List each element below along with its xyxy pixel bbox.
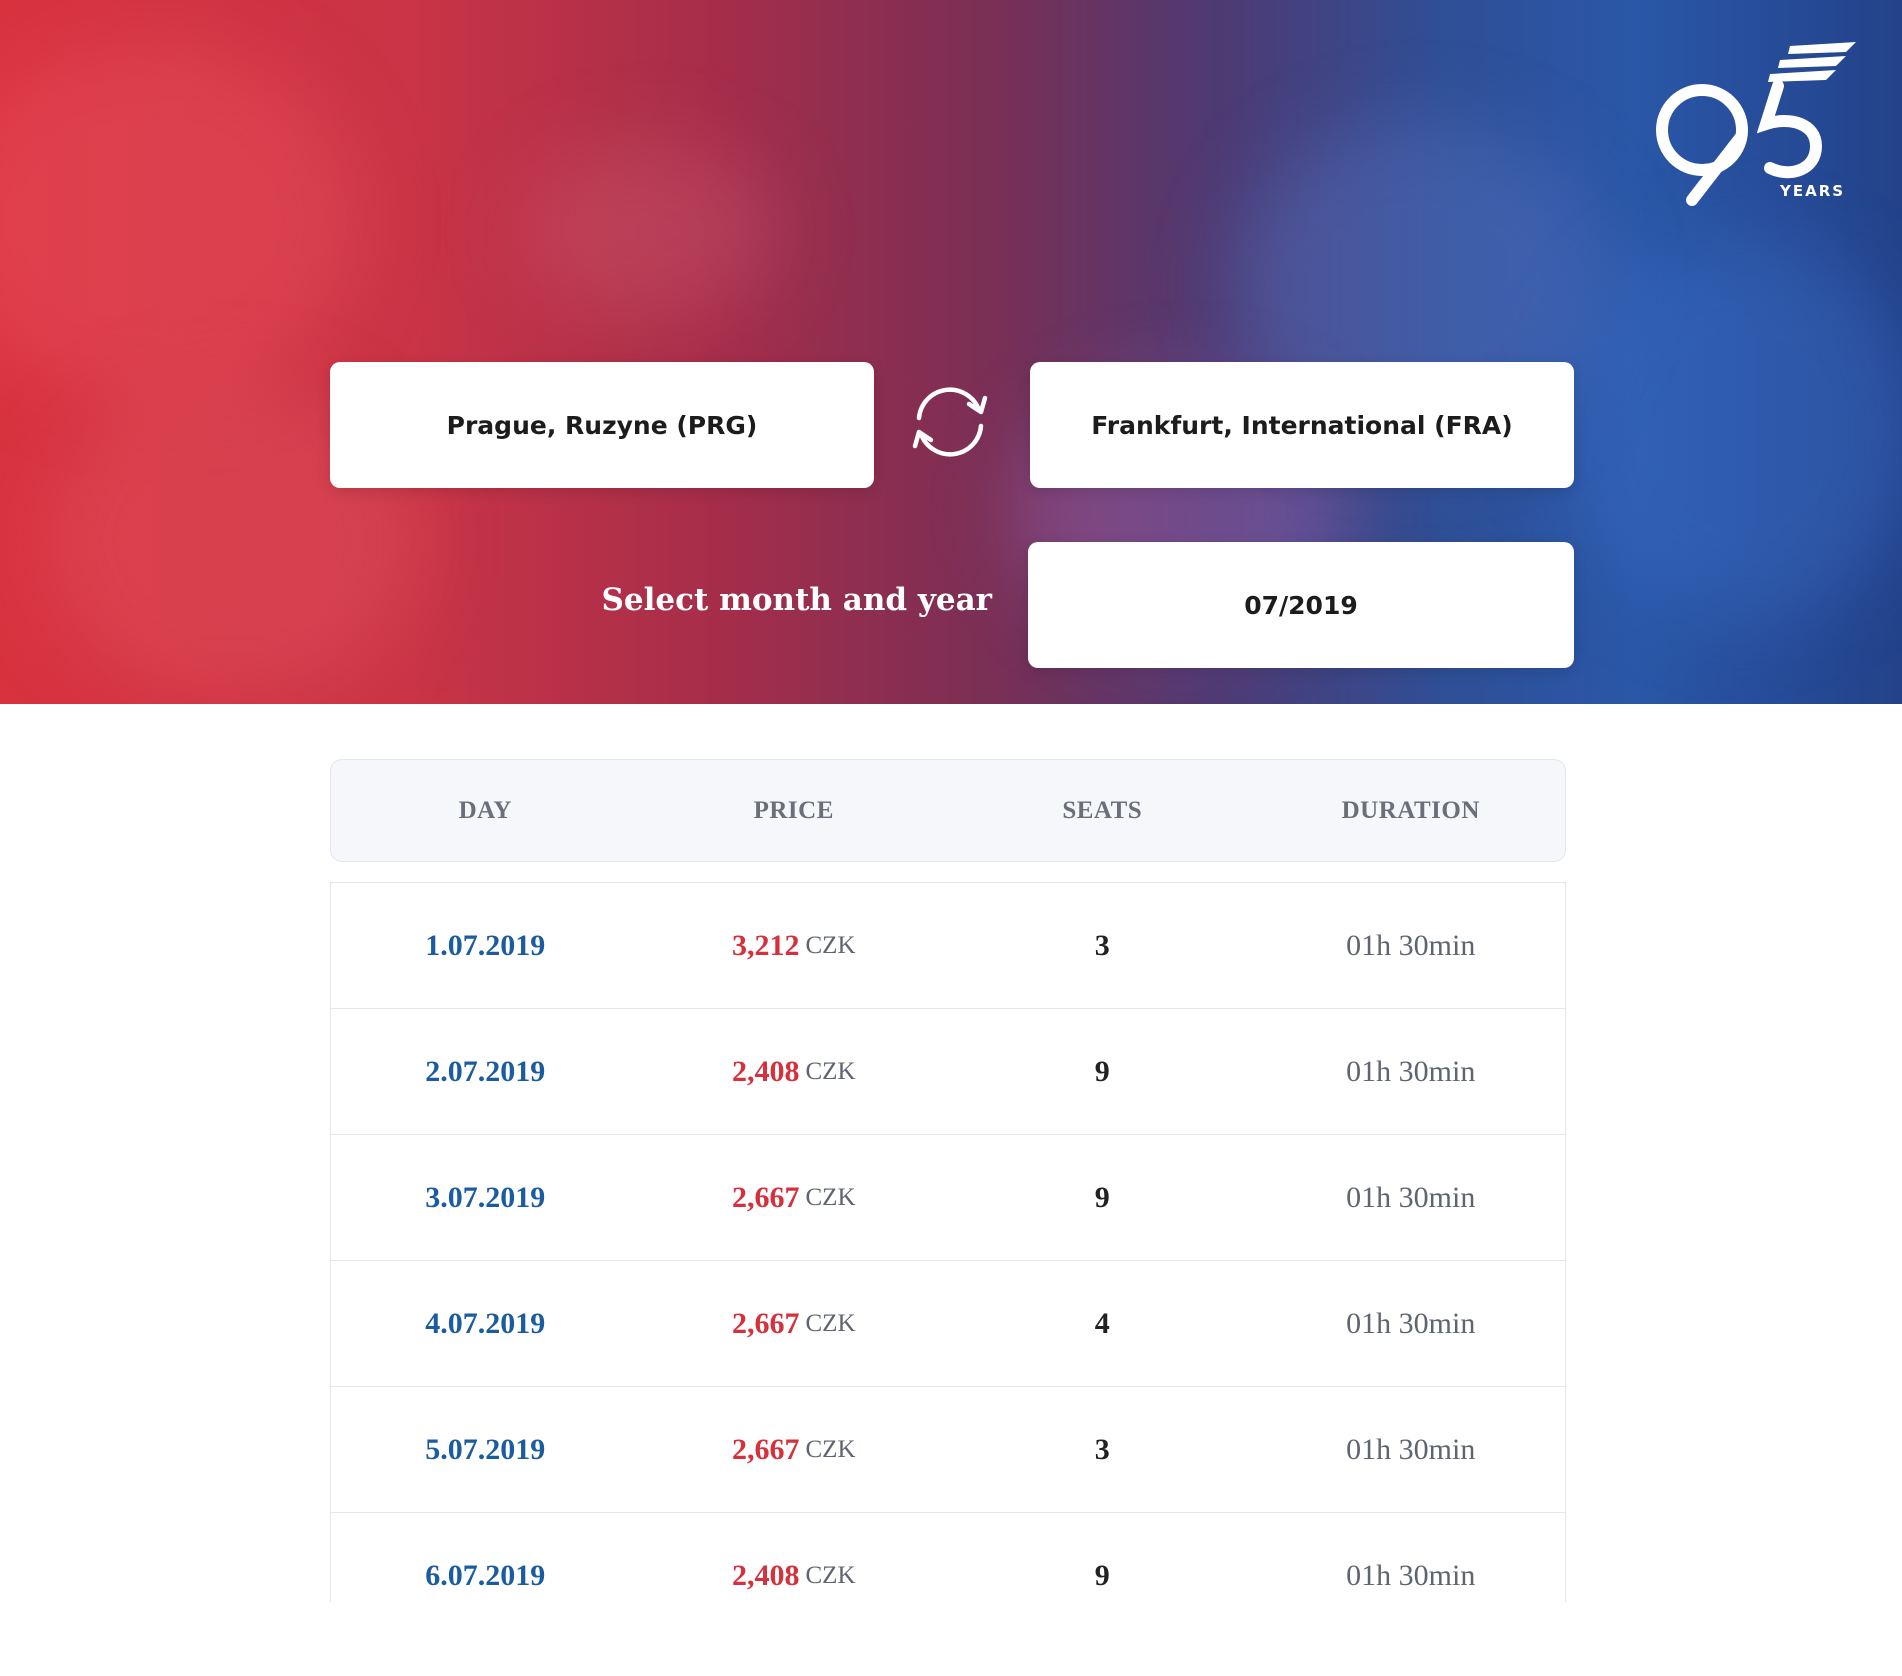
duration-cell: 01h 30min: [1346, 1432, 1476, 1466]
destination-value: Frankfurt, International (FRA): [1091, 410, 1513, 440]
seats-cell: 4: [1094, 1306, 1110, 1340]
table-row[interactable]: 3.07.2019 2,667 CZK 9 01h 30min: [331, 1135, 1565, 1261]
month-label: Select month and year: [601, 582, 992, 618]
table-row[interactable]: 2.07.2019 2,408 CZK 9 01h 30min: [331, 1009, 1565, 1135]
seats-cell: 3: [1094, 1432, 1110, 1466]
duration-cell: 01h 30min: [1346, 928, 1476, 962]
duration-cell: 01h 30min: [1346, 1054, 1476, 1088]
column-header-price: PRICE: [753, 796, 834, 824]
price-value: 3,212: [732, 928, 800, 962]
price-currency: CZK: [805, 931, 856, 959]
seats-cell: 9: [1094, 1558, 1110, 1592]
column-header-duration: DURATION: [1341, 796, 1480, 824]
price-cell: 2,408 CZK: [640, 1009, 949, 1134]
seats-cell: 9: [1094, 1180, 1110, 1214]
day-cell: 3.07.2019: [425, 1180, 546, 1214]
table-row[interactable]: 4.07.2019 2,667 CZK 4 01h 30min: [331, 1261, 1565, 1387]
price-value: 2,667: [732, 1432, 800, 1466]
column-header-seats: SEATS: [1062, 796, 1143, 824]
table-row[interactable]: 5.07.2019 2,667 CZK 3 01h 30min: [331, 1387, 1565, 1513]
flights-table: 1.07.2019 3,212 CZK 3 01h 30min 2.07.201…: [330, 882, 1566, 1602]
airline-95-years-logo: YEARS: [1656, 42, 1856, 206]
duration-cell: 01h 30min: [1346, 1306, 1476, 1340]
price-cell: 2,667 CZK: [640, 1135, 949, 1260]
duration-cell: 01h 30min: [1346, 1180, 1476, 1214]
table-row[interactable]: 6.07.2019 2,408 CZK 9 01h 30min: [331, 1513, 1565, 1602]
day-cell: 1.07.2019: [425, 928, 546, 962]
table-row[interactable]: 1.07.2019 3,212 CZK 3 01h 30min: [331, 883, 1565, 1009]
seats-cell: 3: [1094, 928, 1110, 962]
destination-field[interactable]: Frankfurt, International (FRA): [1030, 362, 1574, 488]
price-cell: 2,667 CZK: [640, 1261, 949, 1386]
price-currency: CZK: [805, 1309, 856, 1337]
price-cell: 2,667 CZK: [640, 1387, 949, 1512]
price-cell: 3,212 CZK: [640, 883, 949, 1008]
day-cell: 2.07.2019: [425, 1054, 546, 1088]
day-cell: 5.07.2019: [425, 1432, 546, 1466]
price-value: 2,667: [732, 1306, 800, 1340]
table-header: DAY PRICE SEATS DURATION: [330, 759, 1566, 862]
month-year-value: 07/2019: [1244, 590, 1358, 620]
day-cell: 6.07.2019: [425, 1558, 546, 1592]
month-year-picker[interactable]: 07/2019: [1028, 542, 1574, 668]
price-value: 2,408: [732, 1558, 800, 1592]
swap-arrows-icon[interactable]: [905, 382, 995, 462]
price-value: 2,408: [732, 1054, 800, 1088]
seats-cell: 9: [1094, 1054, 1110, 1088]
logo-years-text: YEARS: [1779, 182, 1845, 200]
hero-banner: YEARS Prague, Ruzyne (PRG) Frankfurt, In…: [0, 0, 1902, 704]
origin-value: Prague, Ruzyne (PRG): [446, 410, 758, 440]
origin-field[interactable]: Prague, Ruzyne (PRG): [330, 362, 874, 488]
price-currency: CZK: [805, 1057, 856, 1085]
price-currency: CZK: [805, 1561, 856, 1589]
price-currency: CZK: [805, 1183, 856, 1211]
column-header-day: DAY: [458, 796, 512, 824]
price-currency: CZK: [805, 1435, 856, 1463]
price-value: 2,667: [732, 1180, 800, 1214]
price-cell: 2,408 CZK: [640, 1513, 949, 1602]
duration-cell: 01h 30min: [1346, 1558, 1476, 1592]
day-cell: 4.07.2019: [425, 1306, 546, 1340]
